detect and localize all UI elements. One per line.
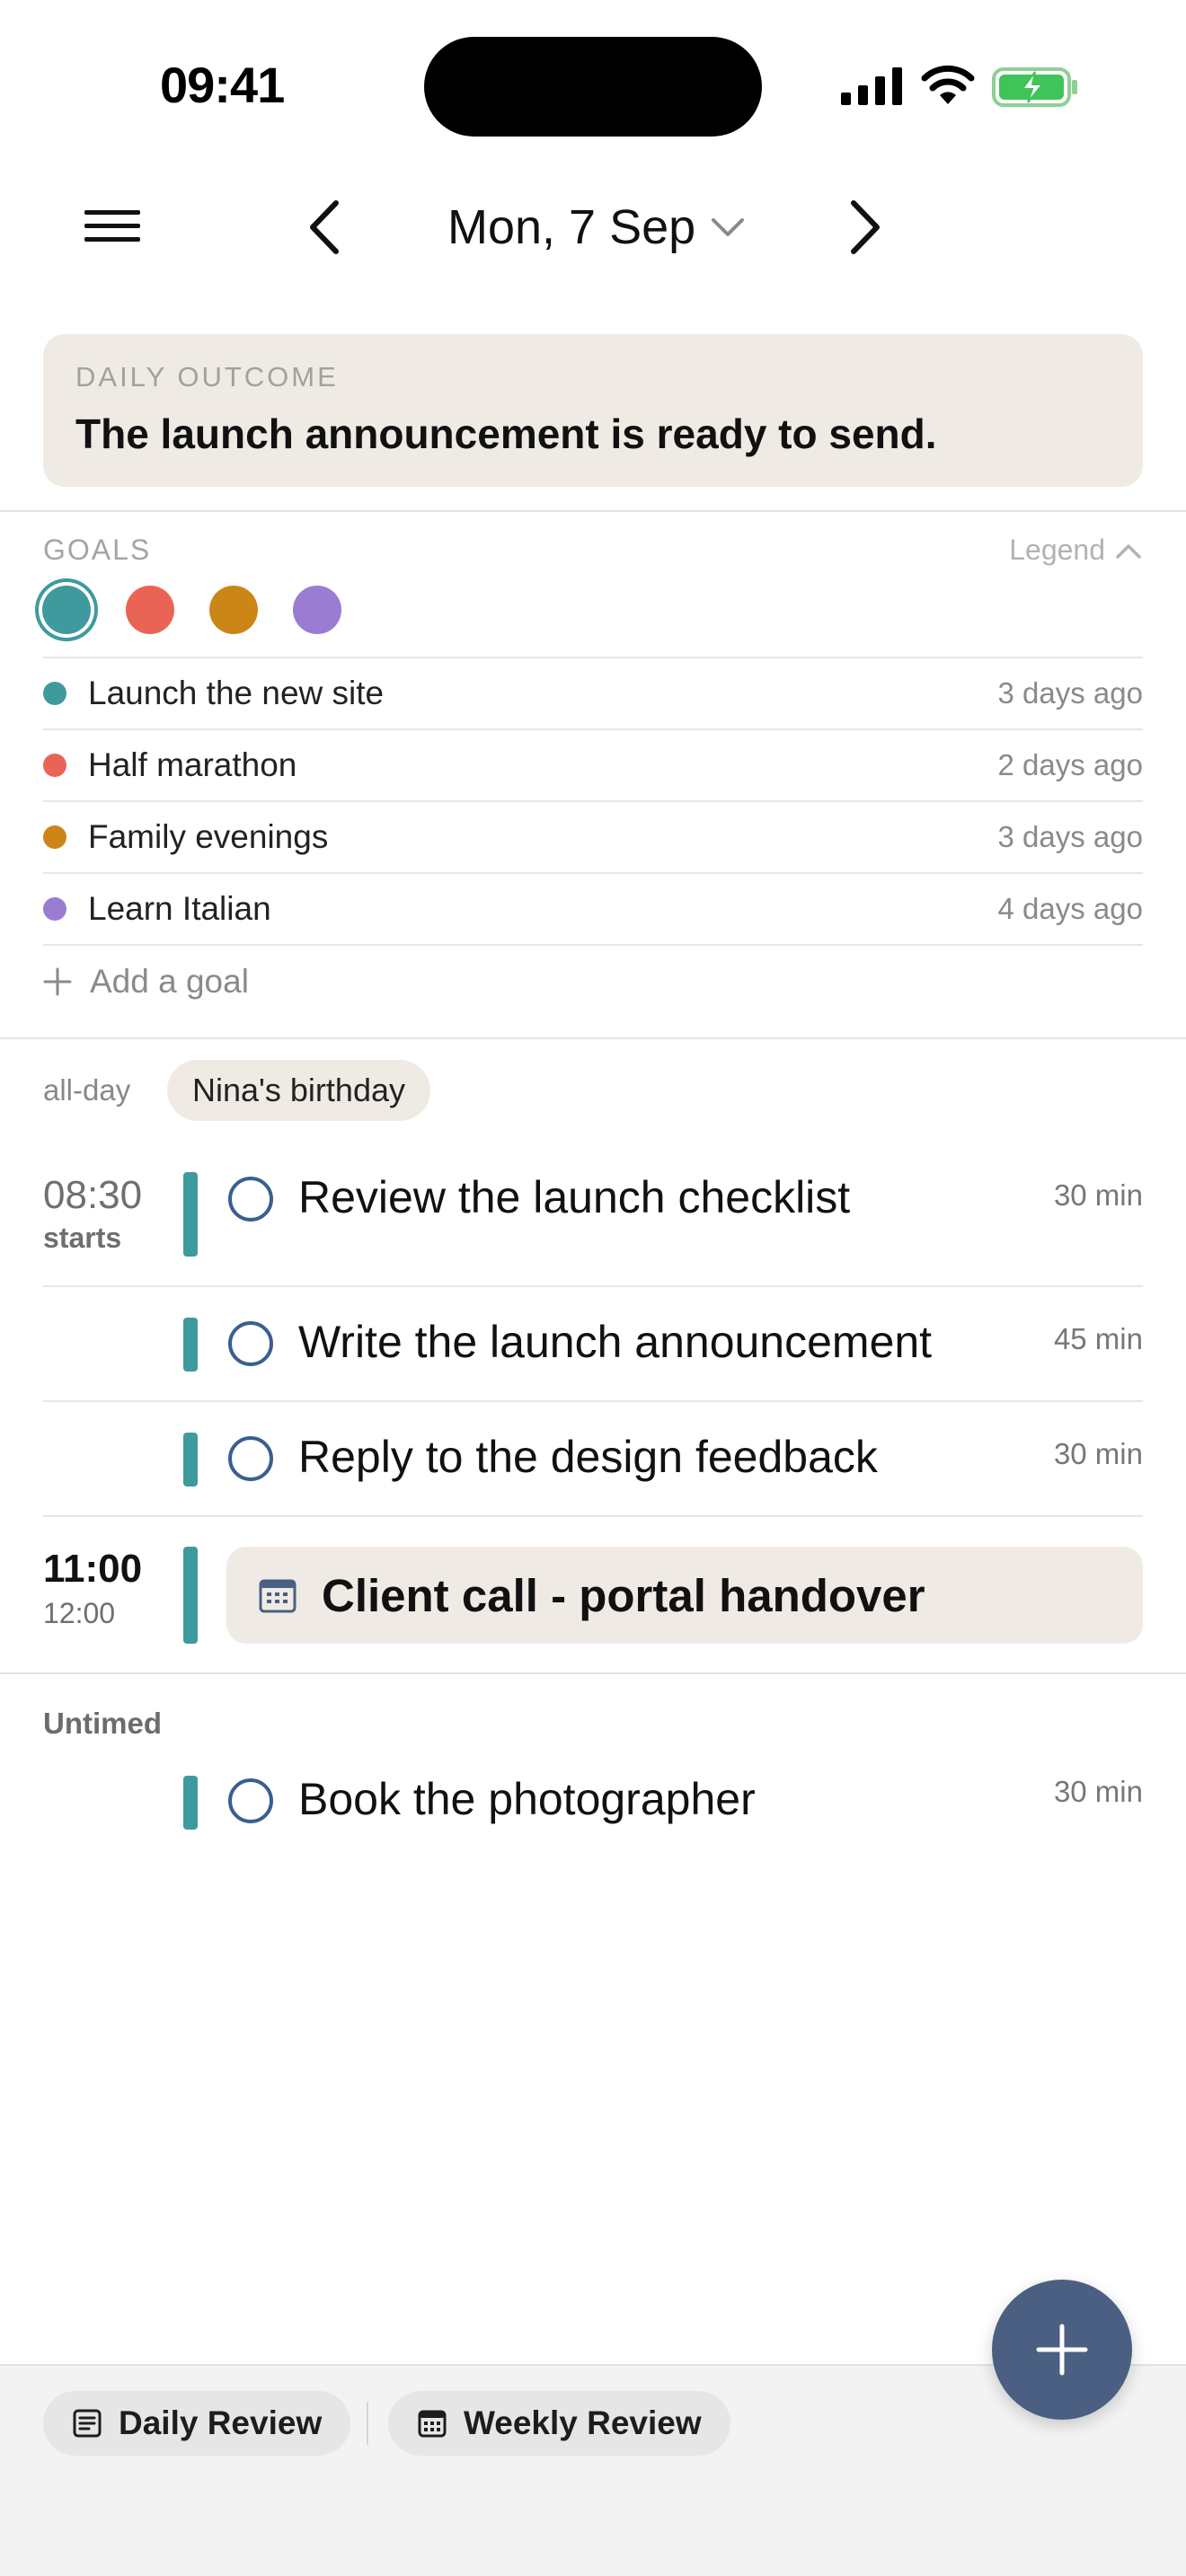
divider (0, 1037, 1186, 1039)
task-duration: 45 min (1053, 1322, 1143, 1355)
goal-row[interactable]: Launch the new site 3 days ago (43, 658, 1143, 728)
task-goal-bar (183, 1172, 198, 1257)
daily-review-label: Daily Review (119, 2404, 323, 2441)
task-complete-checkbox[interactable] (228, 1177, 273, 1222)
chevron-up-icon (1116, 543, 1141, 559)
divider (43, 1285, 1143, 1287)
block-start-label: starts (43, 1222, 122, 1254)
task-duration: 30 min (1053, 1437, 1143, 1470)
task-goal-bar (183, 1318, 198, 1372)
divider (43, 1515, 1143, 1517)
cellular-signal-icon (841, 67, 902, 105)
goal-name: Launch the new site (88, 675, 385, 711)
goal-color-dot (43, 897, 66, 921)
event-goal-bar (183, 1547, 198, 1644)
add-goal-button[interactable]: Add a goal (43, 957, 249, 1006)
calendar-icon (418, 2410, 447, 2438)
task-title[interactable]: Review the launch checklist (298, 1171, 850, 1223)
goal-name: Family evenings (88, 818, 329, 855)
dynamic-island (424, 37, 762, 137)
plus-icon (1036, 2324, 1088, 2376)
divider (0, 1672, 1186, 1674)
weekly-review-label: Weekly Review (464, 2404, 702, 2441)
task-complete-checkbox[interactable] (228, 1436, 273, 1481)
daily-review-button[interactable]: Daily Review (43, 2391, 351, 2456)
goal-filter-dot[interactable] (209, 586, 258, 634)
goal-row[interactable]: Half marathon 2 days ago (43, 730, 1143, 800)
task-title[interactable]: Book the photographer (298, 1773, 756, 1825)
goal-color-dot (43, 754, 66, 777)
calendar-icon (259, 1579, 296, 1613)
task-goal-bar (183, 1776, 198, 1830)
weekly-review-button[interactable]: Weekly Review (388, 2391, 730, 2456)
goal-last-activity: 4 days ago (997, 892, 1143, 925)
plus-icon (43, 967, 72, 996)
task-title[interactable]: Write the launch announcement (298, 1316, 932, 1368)
legend-label: Legend (1009, 534, 1105, 566)
divider (43, 944, 1143, 946)
divider (43, 1400, 1143, 1402)
previous-day-button[interactable] (302, 198, 347, 257)
goal-last-activity: 2 days ago (997, 748, 1143, 781)
block-start-time: 08:30 (43, 1173, 143, 1217)
calendar-event[interactable]: Client call - portal handover (226, 1547, 1143, 1644)
allday-event-chip[interactable]: Nina's birthday (167, 1060, 430, 1121)
add-goal-label: Add a goal (90, 963, 249, 1000)
task-duration: 30 min (1053, 1775, 1143, 1808)
wifi-icon (921, 65, 975, 104)
chevron-down-icon (712, 218, 745, 236)
untimed-label: Untimed (43, 1707, 162, 1740)
goal-name: Half marathon (88, 746, 297, 783)
goal-last-activity: 3 days ago (997, 676, 1143, 710)
daily-outcome-card[interactable]: DAILY OUTCOME The launch announcement is… (43, 334, 1143, 487)
goal-filter-dot[interactable] (293, 586, 341, 634)
event-title: Client call - portal handover (322, 1569, 925, 1621)
task-complete-checkbox[interactable] (228, 1778, 273, 1823)
document-icon (73, 2409, 102, 2438)
daily-outcome-text: The launch announcement is ready to send… (75, 410, 937, 457)
status-time: 09:41 (160, 57, 285, 113)
goal-filter-dot[interactable] (42, 586, 91, 634)
legend-toggle[interactable]: Legend (1009, 534, 1143, 567)
next-day-button[interactable] (843, 198, 888, 257)
menu-button[interactable] (84, 208, 140, 244)
goal-filter-dot[interactable] (126, 586, 174, 634)
event-start-time: 11:00 (43, 1547, 143, 1591)
add-task-fab[interactable] (992, 2280, 1132, 2420)
goal-row[interactable]: Family evenings 3 days ago (43, 802, 1143, 872)
task-duration: 30 min (1053, 1178, 1143, 1212)
task-goal-bar (183, 1433, 198, 1486)
goal-name: Learn Italian (88, 890, 271, 927)
daily-outcome-label: DAILY OUTCOME (75, 361, 339, 393)
goals-label: GOALS (43, 534, 152, 566)
goal-color-dot (43, 682, 66, 705)
toolbar-separator (367, 2402, 368, 2445)
goal-color-dot (43, 825, 66, 849)
goal-row[interactable]: Learn Italian 4 days ago (43, 874, 1143, 944)
allday-label: all-day (43, 1073, 131, 1107)
event-end-time: 12:00 (43, 1597, 116, 1629)
task-complete-checkbox[interactable] (228, 1321, 273, 1366)
date-selector[interactable]: Mon, 7 Sep (447, 199, 746, 255)
battery-charging-icon (992, 67, 1077, 107)
task-title[interactable]: Reply to the design feedback (298, 1431, 878, 1483)
goal-last-activity: 3 days ago (997, 820, 1143, 853)
date-label: Mon, 7 Sep (447, 200, 696, 254)
divider (0, 510, 1186, 512)
